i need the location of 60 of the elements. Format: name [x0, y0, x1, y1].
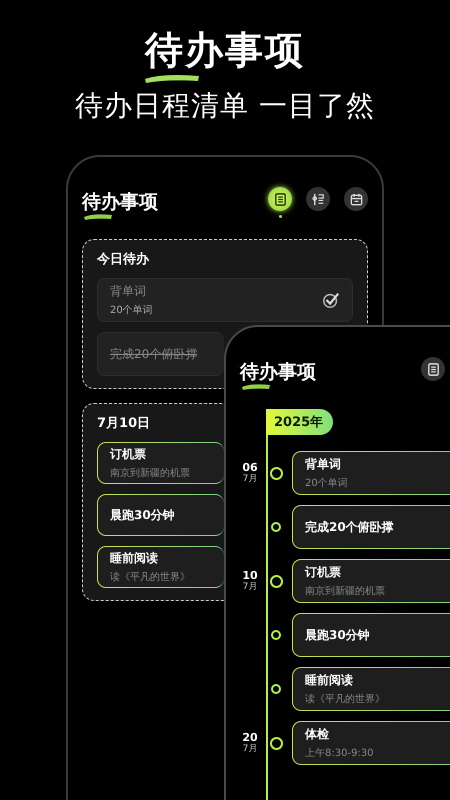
screen-title: 待办事项	[82, 193, 158, 212]
list-icon	[426, 362, 440, 376]
todo-title: 睡前阅读	[305, 672, 353, 689]
month-label: 7月	[242, 582, 258, 593]
todo-subtitle: 20个单词	[305, 476, 348, 490]
day-number: 06	[242, 461, 258, 474]
todo-title: 睡前阅读	[110, 550, 158, 567]
todo-subtitle: 读《平凡的世界》	[110, 570, 190, 584]
day-number: 10	[242, 569, 258, 582]
view-tab[interactable]	[344, 187, 368, 211]
todo-title: 背单词	[305, 456, 341, 473]
todo-item[interactable]: 体检 上午8:30-9:30	[292, 721, 450, 765]
active-dot	[278, 215, 282, 218]
todo-item[interactable]: 完成20个俯卧撑	[97, 332, 224, 376]
todo-item[interactable]: 背单词 20个单词	[97, 278, 353, 322]
todo-title: 完成20个俯卧撑	[305, 518, 394, 536]
calendar-icon	[348, 192, 364, 206]
checkbox-checked-icon[interactable]	[322, 291, 340, 309]
month-label: 7月	[242, 474, 258, 485]
timeline-node	[270, 466, 282, 480]
todo-item[interactable]: 背单词 20个单词	[292, 451, 450, 495]
view-tab[interactable]	[306, 187, 330, 211]
year-badge: 2025年	[266, 409, 334, 435]
view-tab[interactable]	[421, 357, 445, 381]
todo-title: 背单词	[110, 283, 147, 300]
month-label: 7月	[242, 744, 258, 755]
todo-subtitle: 读《平凡的世界》	[305, 692, 385, 706]
screen-title: 待办事项	[240, 363, 316, 382]
todo-title: 体检	[305, 726, 329, 743]
todo-title: 完成20个俯卧撑	[110, 346, 198, 362]
timeline-node	[271, 684, 281, 694]
todo-subtitle: 南京到新疆的机票	[110, 466, 190, 480]
todo-item[interactable]: 订机票 南京到新疆的机票	[97, 442, 224, 484]
todo-item[interactable]: 订机票 南京到新疆的机票	[292, 559, 450, 603]
todo-title: 晨跑30分钟	[305, 626, 370, 644]
group-label: 7月10日	[97, 415, 150, 432]
list-icon	[272, 192, 288, 206]
todo-item[interactable]: 睡前阅读 读《平凡的世界》	[292, 667, 450, 711]
timeline-node	[270, 736, 282, 750]
todo-item[interactable]: 睡前阅读 读《平凡的世界》	[97, 546, 224, 588]
headline-title: 待办事项	[145, 30, 305, 70]
highlight-stroke	[240, 382, 272, 390]
todo-title: 晨跑30分钟	[110, 506, 175, 524]
timeline-node	[271, 630, 281, 640]
todo-title: 订机票	[305, 564, 341, 581]
todo-subtitle: 上午8:30-9:30	[305, 746, 374, 760]
todo-title: 订机票	[110, 446, 146, 463]
day-number: 20	[242, 731, 258, 744]
todo-subtitle: 20个单词	[110, 304, 153, 317]
timeline-node	[270, 574, 282, 588]
todo-item[interactable]: 晨跑30分钟	[97, 494, 224, 536]
highlight-stroke	[82, 212, 114, 220]
group-label: 今日待办	[97, 251, 149, 268]
timeline-node	[271, 522, 281, 532]
todo-item[interactable]: 晨跑30分钟	[292, 613, 450, 657]
headline-subtitle: 待办日程清单 一目了然	[75, 88, 375, 124]
todo-item[interactable]: 完成20个俯卧撑	[292, 505, 450, 549]
timeline-icon	[310, 192, 326, 206]
view-tab[interactable]	[268, 187, 292, 211]
todo-subtitle: 南京到新疆的机票	[305, 584, 385, 598]
